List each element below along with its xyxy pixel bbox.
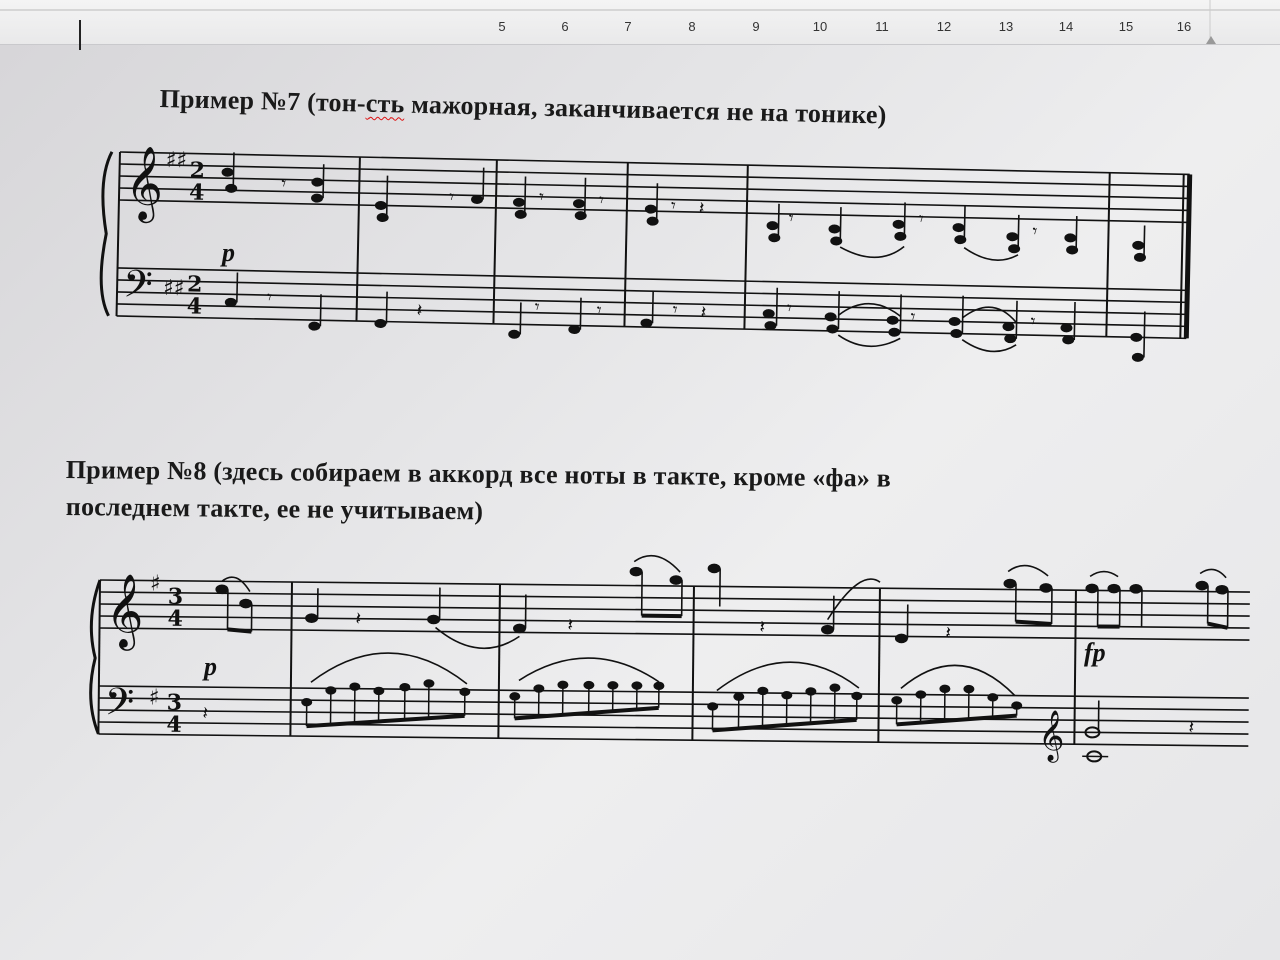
svg-text:𝄾: 𝄾 [597,300,602,321]
svg-text:𝄾: 𝄾 [1032,221,1037,242]
svg-text:𝄽: 𝄽 [945,623,951,644]
music-scores: 𝄞 𝄢 ♯♯ ♯♯ 2 4 2 4 𝄾𝄾 𝄾 𝄾 𝄾 𝄽 𝄾 𝄾 𝄾 𝄾𝄽 𝄾 … [89,146,1250,763]
svg-text:𝄽: 𝄽 [567,615,573,636]
svg-text:𝄞: 𝄞 [124,146,163,224]
svg-text:𝄾: 𝄾 [787,298,792,319]
svg-text:𝄢: 𝄢 [123,261,154,316]
svg-text:𝄽: 𝄽 [416,300,422,321]
svg-text:𝄾: 𝄾 [449,187,454,208]
example7-score: 𝄞 𝄢 ♯♯ ♯♯ 2 4 2 4 𝄾𝄾 𝄾 𝄾 𝄾 𝄽 𝄾 𝄾 𝄾 𝄾𝄽 𝄾 … [99,146,1193,362]
svg-text:𝄾: 𝄾 [599,190,604,211]
svg-text:𝄾: 𝄾 [673,300,678,321]
svg-text:4: 4 [167,606,183,632]
svg-text:𝄾: 𝄾 [539,187,544,208]
svg-text:𝄽: 𝄽 [1188,717,1194,738]
svg-text:4: 4 [186,293,202,319]
svg-text:4: 4 [189,179,205,205]
svg-text:♯: ♯ [149,686,160,711]
svg-text:𝄞: 𝄞 [105,574,144,651]
svg-text:♯♯: ♯♯ [166,148,188,173]
svg-text:𝄾: 𝄾 [919,209,924,230]
svg-text:𝄽: 𝄽 [202,703,208,724]
svg-text:𝄽: 𝄽 [759,617,765,638]
svg-text:4: 4 [166,712,182,738]
svg-text:𝄞: 𝄞 [1038,710,1065,763]
svg-text:𝄾: 𝄾 [281,173,286,194]
svg-text:𝄾: 𝄾 [535,297,540,318]
svg-text:♯♯: ♯♯ [163,276,185,301]
svg-text:𝄢: 𝄢 [104,679,134,733]
svg-text:𝄾: 𝄾 [788,208,793,229]
dynamic-marking: p [222,238,235,267]
svg-text:𝄽: 𝄽 [355,609,361,630]
svg-text:𝄾: 𝄾 [671,196,676,217]
svg-text:𝄽: 𝄽 [701,302,707,323]
dynamic-marking: p [204,652,217,681]
svg-text:♯: ♯ [150,572,161,597]
svg-text:𝄽: 𝄽 [699,198,705,219]
svg-text:𝄾: 𝄾 [1030,311,1035,332]
example8-score: 𝄞 𝄢 ♯ ♯ 3 4 3 4 𝄽 𝄽 𝄽 𝄽 𝄽𝄽 𝄞 [89,554,1250,763]
dynamic-marking: fp [1084,638,1106,667]
svg-text:𝄾: 𝄾 [910,307,915,328]
svg-text:𝄾: 𝄾 [267,287,272,308]
